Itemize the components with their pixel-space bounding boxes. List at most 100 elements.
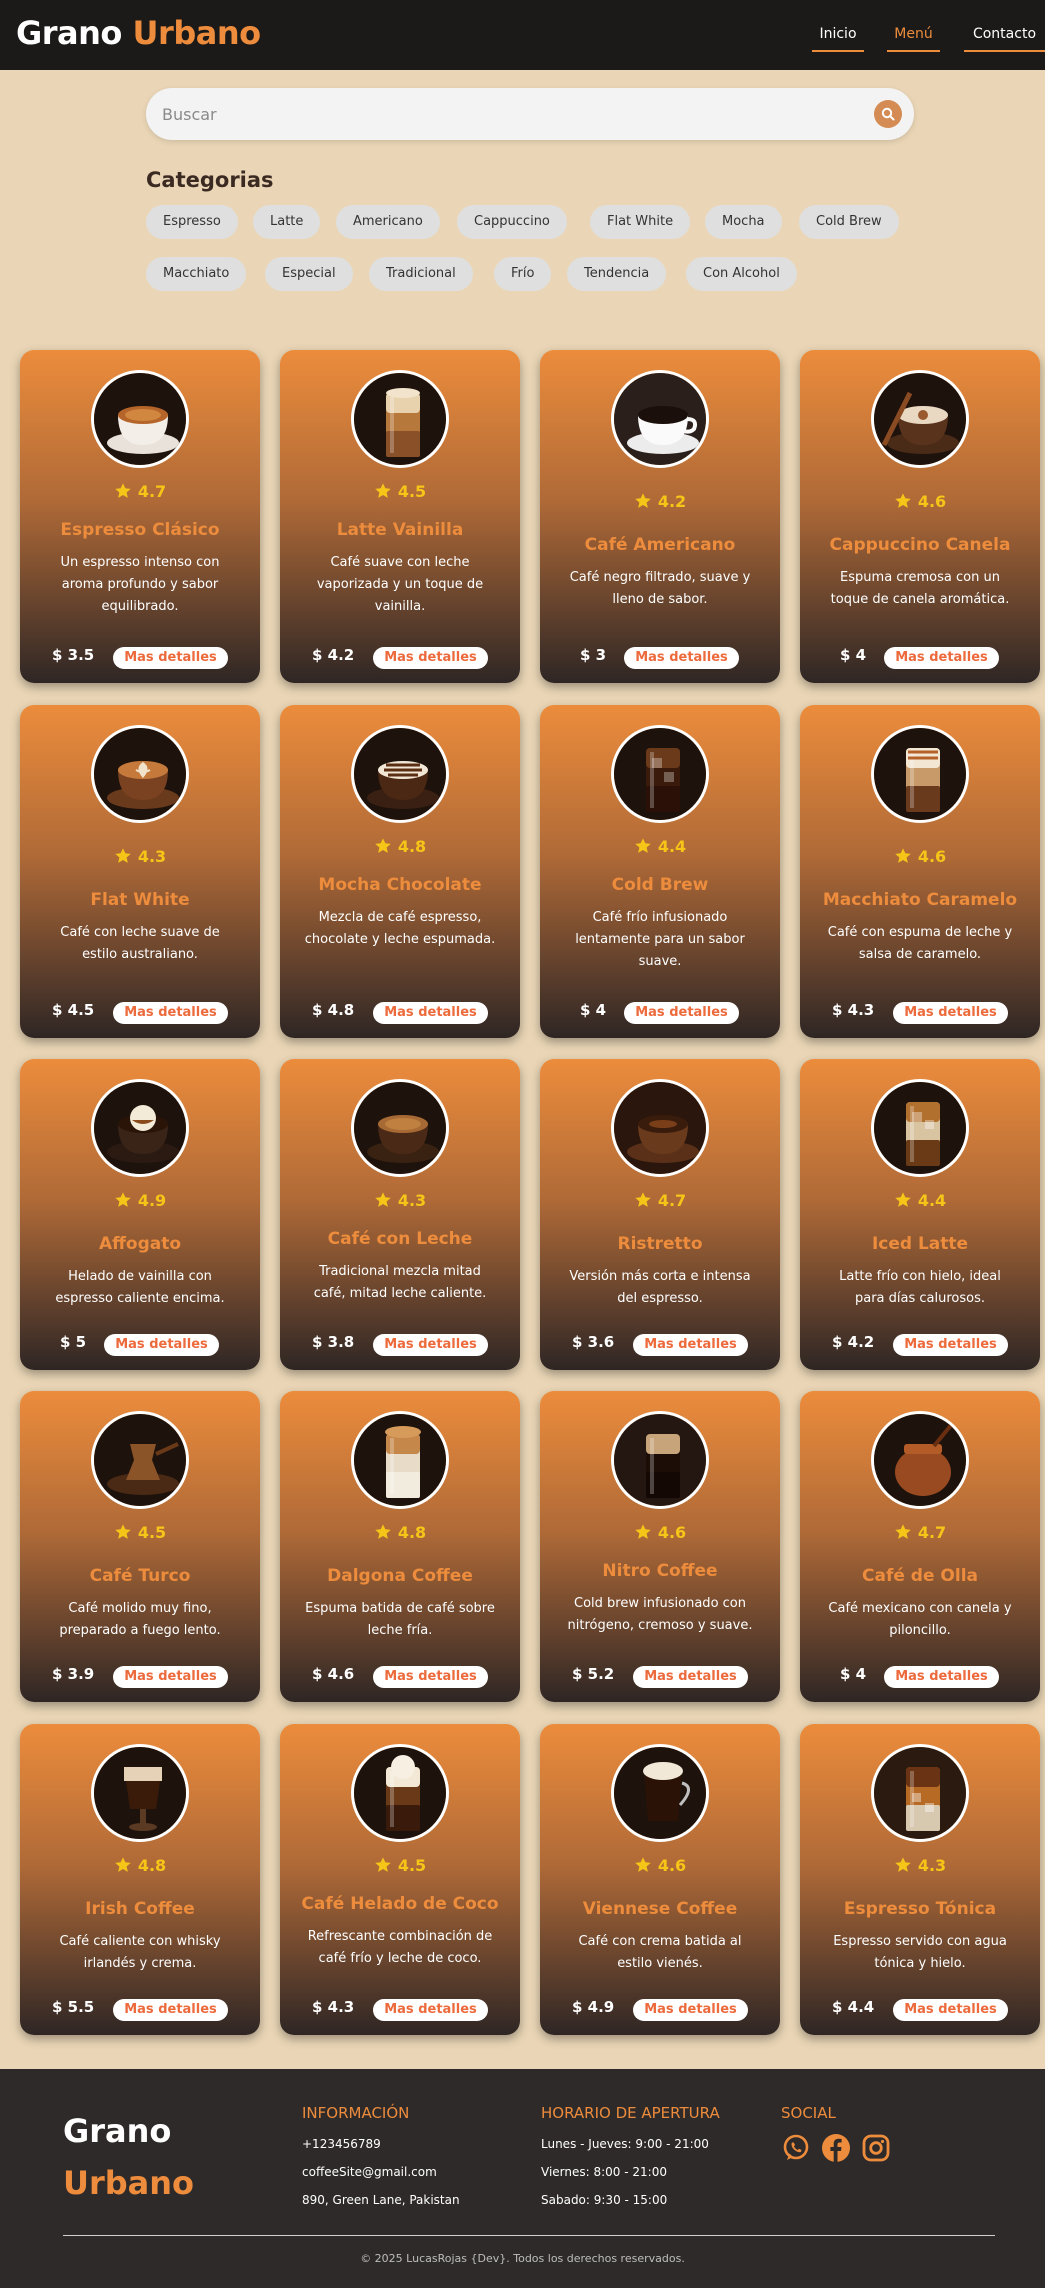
product-card: 4.2 Café Americano Café negro filtrado, su…: [540, 350, 780, 683]
star-icon: [375, 1192, 391, 1207]
more-details-button[interactable]: Mas detalles: [893, 1002, 1008, 1024]
category-chip[interactable]: Americano: [336, 205, 440, 239]
rating-value: 4.5: [137, 1523, 167, 1542]
more-details-button[interactable]: Mas detalles: [373, 1334, 488, 1356]
more-details-button[interactable]: Mas detalles: [633, 1666, 748, 1688]
category-chip[interactable]: Latte: [253, 205, 321, 239]
footer-phone[interactable]: +123456789: [302, 2137, 381, 2151]
logo[interactable]: Grano Urbano: [16, 14, 261, 52]
product-card: 4.6 Nitro Coffee Cold brew infusionado con…: [540, 1391, 780, 1702]
search-button[interactable]: [874, 100, 902, 128]
more-details-button[interactable]: Mas detalles: [373, 647, 488, 669]
more-details-button[interactable]: Mas detalles: [113, 647, 228, 669]
product-price: $ 5.2: [572, 1665, 615, 1683]
more-details-button[interactable]: Mas detalles: [373, 1999, 488, 2021]
rating-value: 4.7: [917, 1523, 947, 1542]
product-description: Café suave con leche vaporizada y un toq…: [316, 555, 484, 614]
more-details-button[interactable]: Mas detalles: [373, 1666, 488, 1688]
more-details-button[interactable]: Mas detalles: [884, 647, 999, 669]
nav-link-inicio[interactable]: Inicio: [812, 26, 864, 52]
whatsapp-icon[interactable]: [781, 2133, 811, 2163]
footer-hours-title: HORARIO DE APERTURA: [541, 2104, 720, 2122]
more-details-button[interactable]: Mas detalles: [113, 1999, 228, 2021]
product-description: Helado de vainilla con espresso caliente…: [55, 1269, 225, 1306]
product-rating: 4.3: [800, 1856, 1040, 1875]
product-name: Ristretto: [617, 1234, 703, 1254]
product-price: $ 5.5: [52, 1998, 95, 2016]
product-rating: 4.6: [800, 847, 1040, 866]
product-rating: 4.6: [540, 1523, 780, 1542]
rating-value: 4.6: [917, 492, 947, 511]
search-bar: [146, 88, 914, 140]
star-icon: [635, 838, 651, 853]
product-rating: 4.7: [800, 1523, 1040, 1542]
instagram-icon[interactable]: [861, 2133, 891, 2163]
footer-email[interactable]: coffeeSite@gmail.com: [302, 2165, 437, 2179]
product-price: $ 4: [840, 1665, 867, 1683]
star-icon: [375, 1857, 391, 1872]
product-card: 4.3 Espresso Tónica Espresso servido con a…: [800, 1724, 1040, 2035]
product-photo: [91, 725, 189, 823]
category-chip[interactable]: Espresso: [146, 205, 238, 239]
product-rating: 4.7: [20, 482, 260, 501]
footer-hours-fri: Viernes: 8:00 - 21:00: [541, 2165, 667, 2179]
rating-value: 4.4: [657, 837, 687, 856]
nav-link-contacto[interactable]: Contacto: [964, 26, 1045, 52]
more-details-button[interactable]: Mas detalles: [633, 1334, 748, 1356]
product-price: $ 3.8: [312, 1333, 355, 1351]
category-chip[interactable]: Especial: [265, 257, 353, 291]
product-price: $ 4.3: [312, 1998, 355, 2016]
more-details-button[interactable]: Mas detalles: [373, 1002, 488, 1024]
category-chip[interactable]: Flat White: [590, 205, 691, 239]
categories-title: Categorias: [146, 168, 274, 192]
product-card: 4.7 Café de Olla Café mexicano con canela …: [800, 1391, 1040, 1702]
copyright: © 2025 LucasRojas {Dev}. Todos los derec…: [360, 2252, 685, 2265]
category-chip[interactable]: Cold Brew: [799, 205, 899, 239]
product-card: 4.6 Viennese Coffee Café con crema batida …: [540, 1724, 780, 2035]
category-chip[interactable]: Tradicional: [369, 257, 473, 291]
product-card: 4.7 Ristretto Versión más corta e intensa …: [540, 1059, 780, 1370]
product-price: $ 4.5: [52, 1001, 95, 1019]
product-card: 4.9 Affogato Helado de vainilla con espres…: [20, 1059, 260, 1370]
product-rating: 4.4: [540, 837, 780, 856]
product-card: 4.3 Café con Leche Tradicional mezcla mita…: [280, 1059, 520, 1370]
product-price: $ 4.4: [832, 1998, 875, 2016]
more-details-button[interactable]: Mas detalles: [893, 1999, 1008, 2021]
rating-value: 4.3: [917, 1856, 947, 1875]
product-card: 4.8 Irish Coffee Café caliente con whisky …: [20, 1724, 260, 2035]
product-name: Café Americano: [584, 535, 736, 555]
more-details-button[interactable]: Mas detalles: [624, 647, 739, 669]
nav-link-menu[interactable]: Menú: [887, 26, 940, 52]
star-icon: [635, 1857, 651, 1872]
product-rating: 4.8: [20, 1856, 260, 1875]
star-icon: [635, 1524, 651, 1539]
more-details-button[interactable]: Mas detalles: [884, 1666, 999, 1688]
category-chip[interactable]: Tendencia: [567, 257, 667, 291]
product-name: Iced Latte: [871, 1234, 969, 1254]
more-details-button[interactable]: Mas detalles: [633, 1999, 748, 2021]
category-chip[interactable]: Cappuccino: [457, 205, 567, 239]
star-icon: [115, 1192, 131, 1207]
category-chip[interactable]: Macchiato: [146, 257, 247, 291]
product-rating: 4.2: [540, 492, 780, 511]
product-description: Latte frío con hielo, ideal para días ca…: [839, 1269, 1001, 1306]
category-chip[interactable]: Con Alcohol: [686, 257, 797, 291]
more-details-button[interactable]: Mas detalles: [104, 1334, 219, 1356]
category-chip[interactable]: Mocha: [705, 205, 782, 239]
more-details-button[interactable]: Mas detalles: [893, 1334, 1008, 1356]
search-input[interactable]: [162, 101, 842, 127]
star-icon: [895, 848, 911, 863]
product-photo: [351, 725, 449, 823]
product-photo: [351, 370, 449, 468]
product-photo: [91, 1079, 189, 1177]
facebook-icon[interactable]: [821, 2133, 851, 2163]
more-details-button[interactable]: Mas detalles: [113, 1002, 228, 1024]
category-chip[interactable]: Frío: [494, 257, 552, 291]
star-icon: [375, 483, 391, 498]
more-details-button[interactable]: Mas detalles: [624, 1002, 739, 1024]
rating-value: 4.9: [137, 1191, 167, 1210]
product-description: Café frío infusionado lentamente para un…: [575, 910, 745, 969]
more-details-button[interactable]: Mas detalles: [113, 1666, 228, 1688]
star-icon: [635, 493, 651, 508]
footer-address: 890, Green Lane, Pakistan: [302, 2193, 460, 2207]
